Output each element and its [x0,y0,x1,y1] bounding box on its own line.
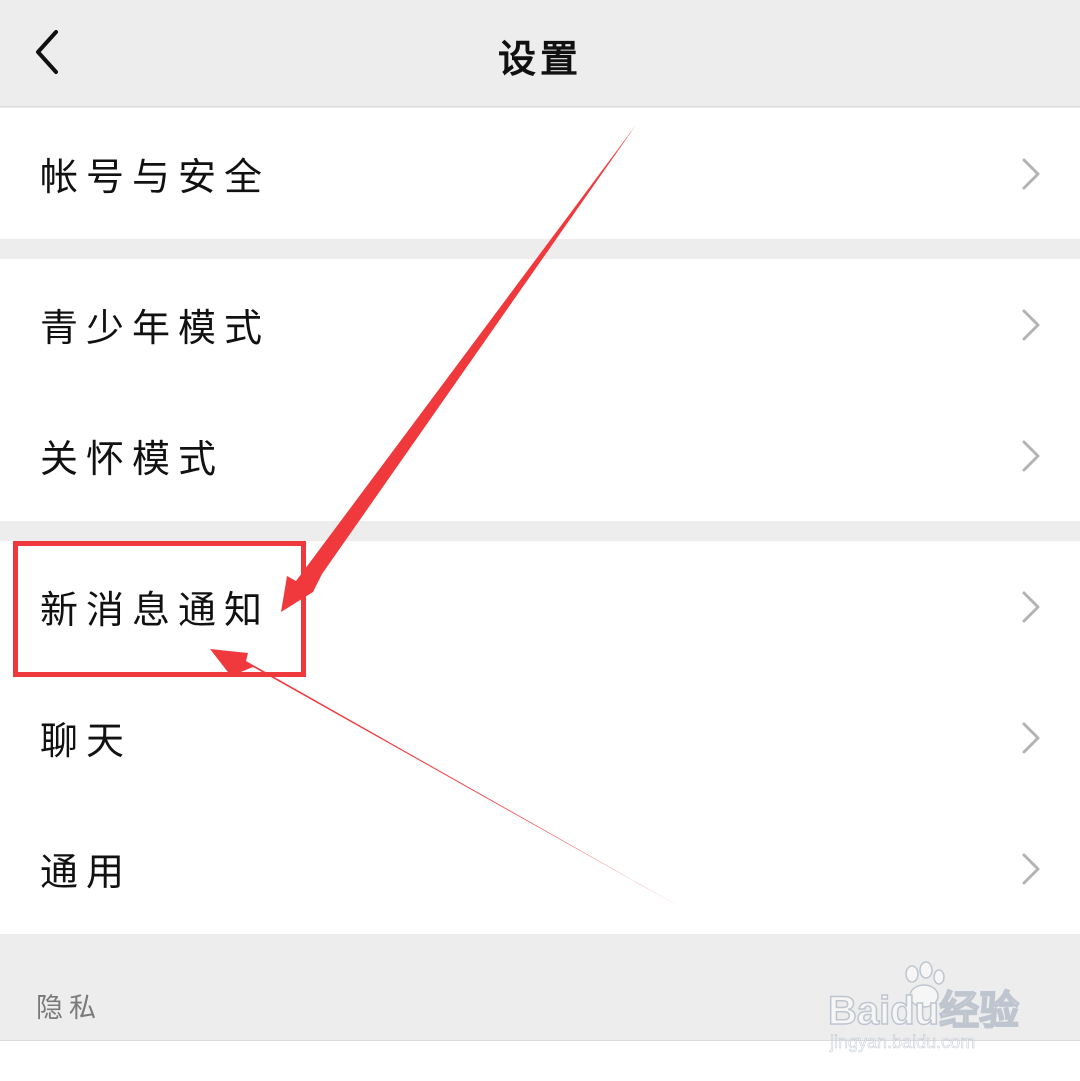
chevron-right-icon [1022,853,1040,884]
settings-item-label: 帐号与安全 [40,155,271,199]
settings-item-label: 聊天 [40,719,133,763]
settings-item-label: 通用 [40,850,133,894]
settings-item-notifications[interactable]: 新消息通知 [0,541,1080,672]
settings-group-account: 帐号与安全 [0,108,1080,239]
section-header-privacy: 隐私 [36,993,102,1024]
chevron-right-icon [1022,158,1040,189]
privacy-group-start [0,1040,1080,1081]
chevron-right-icon [1022,591,1040,622]
settings-item-label: 青少年模式 [40,306,271,350]
watermark-brand: Baidu经验 [827,988,1020,1034]
settings-item-care-mode[interactable]: 关怀模式 [0,390,1080,521]
chevron-right-icon [1022,309,1040,340]
settings-item-label: 关怀模式 [40,437,225,481]
settings-item-chat[interactable]: 聊天 [0,672,1080,803]
paw-logo-icon [905,961,945,1008]
settings-item-general[interactable]: 通用 [0,803,1080,934]
settings-group-modes: 青少年模式 关怀模式 [0,259,1080,521]
chevron-right-icon [1022,722,1040,753]
page-title: 设置 [497,37,582,81]
settings-group-general: 新消息通知 聊天 通用 [0,541,1080,934]
nav-header: 设置 [0,0,1080,107]
settings-item-teen-mode[interactable]: 青少年模式 [0,259,1080,390]
settings-item-label: 新消息通知 [40,588,271,632]
chevron-right-icon [1022,440,1040,471]
settings-item-account-security[interactable]: 帐号与安全 [0,108,1080,239]
